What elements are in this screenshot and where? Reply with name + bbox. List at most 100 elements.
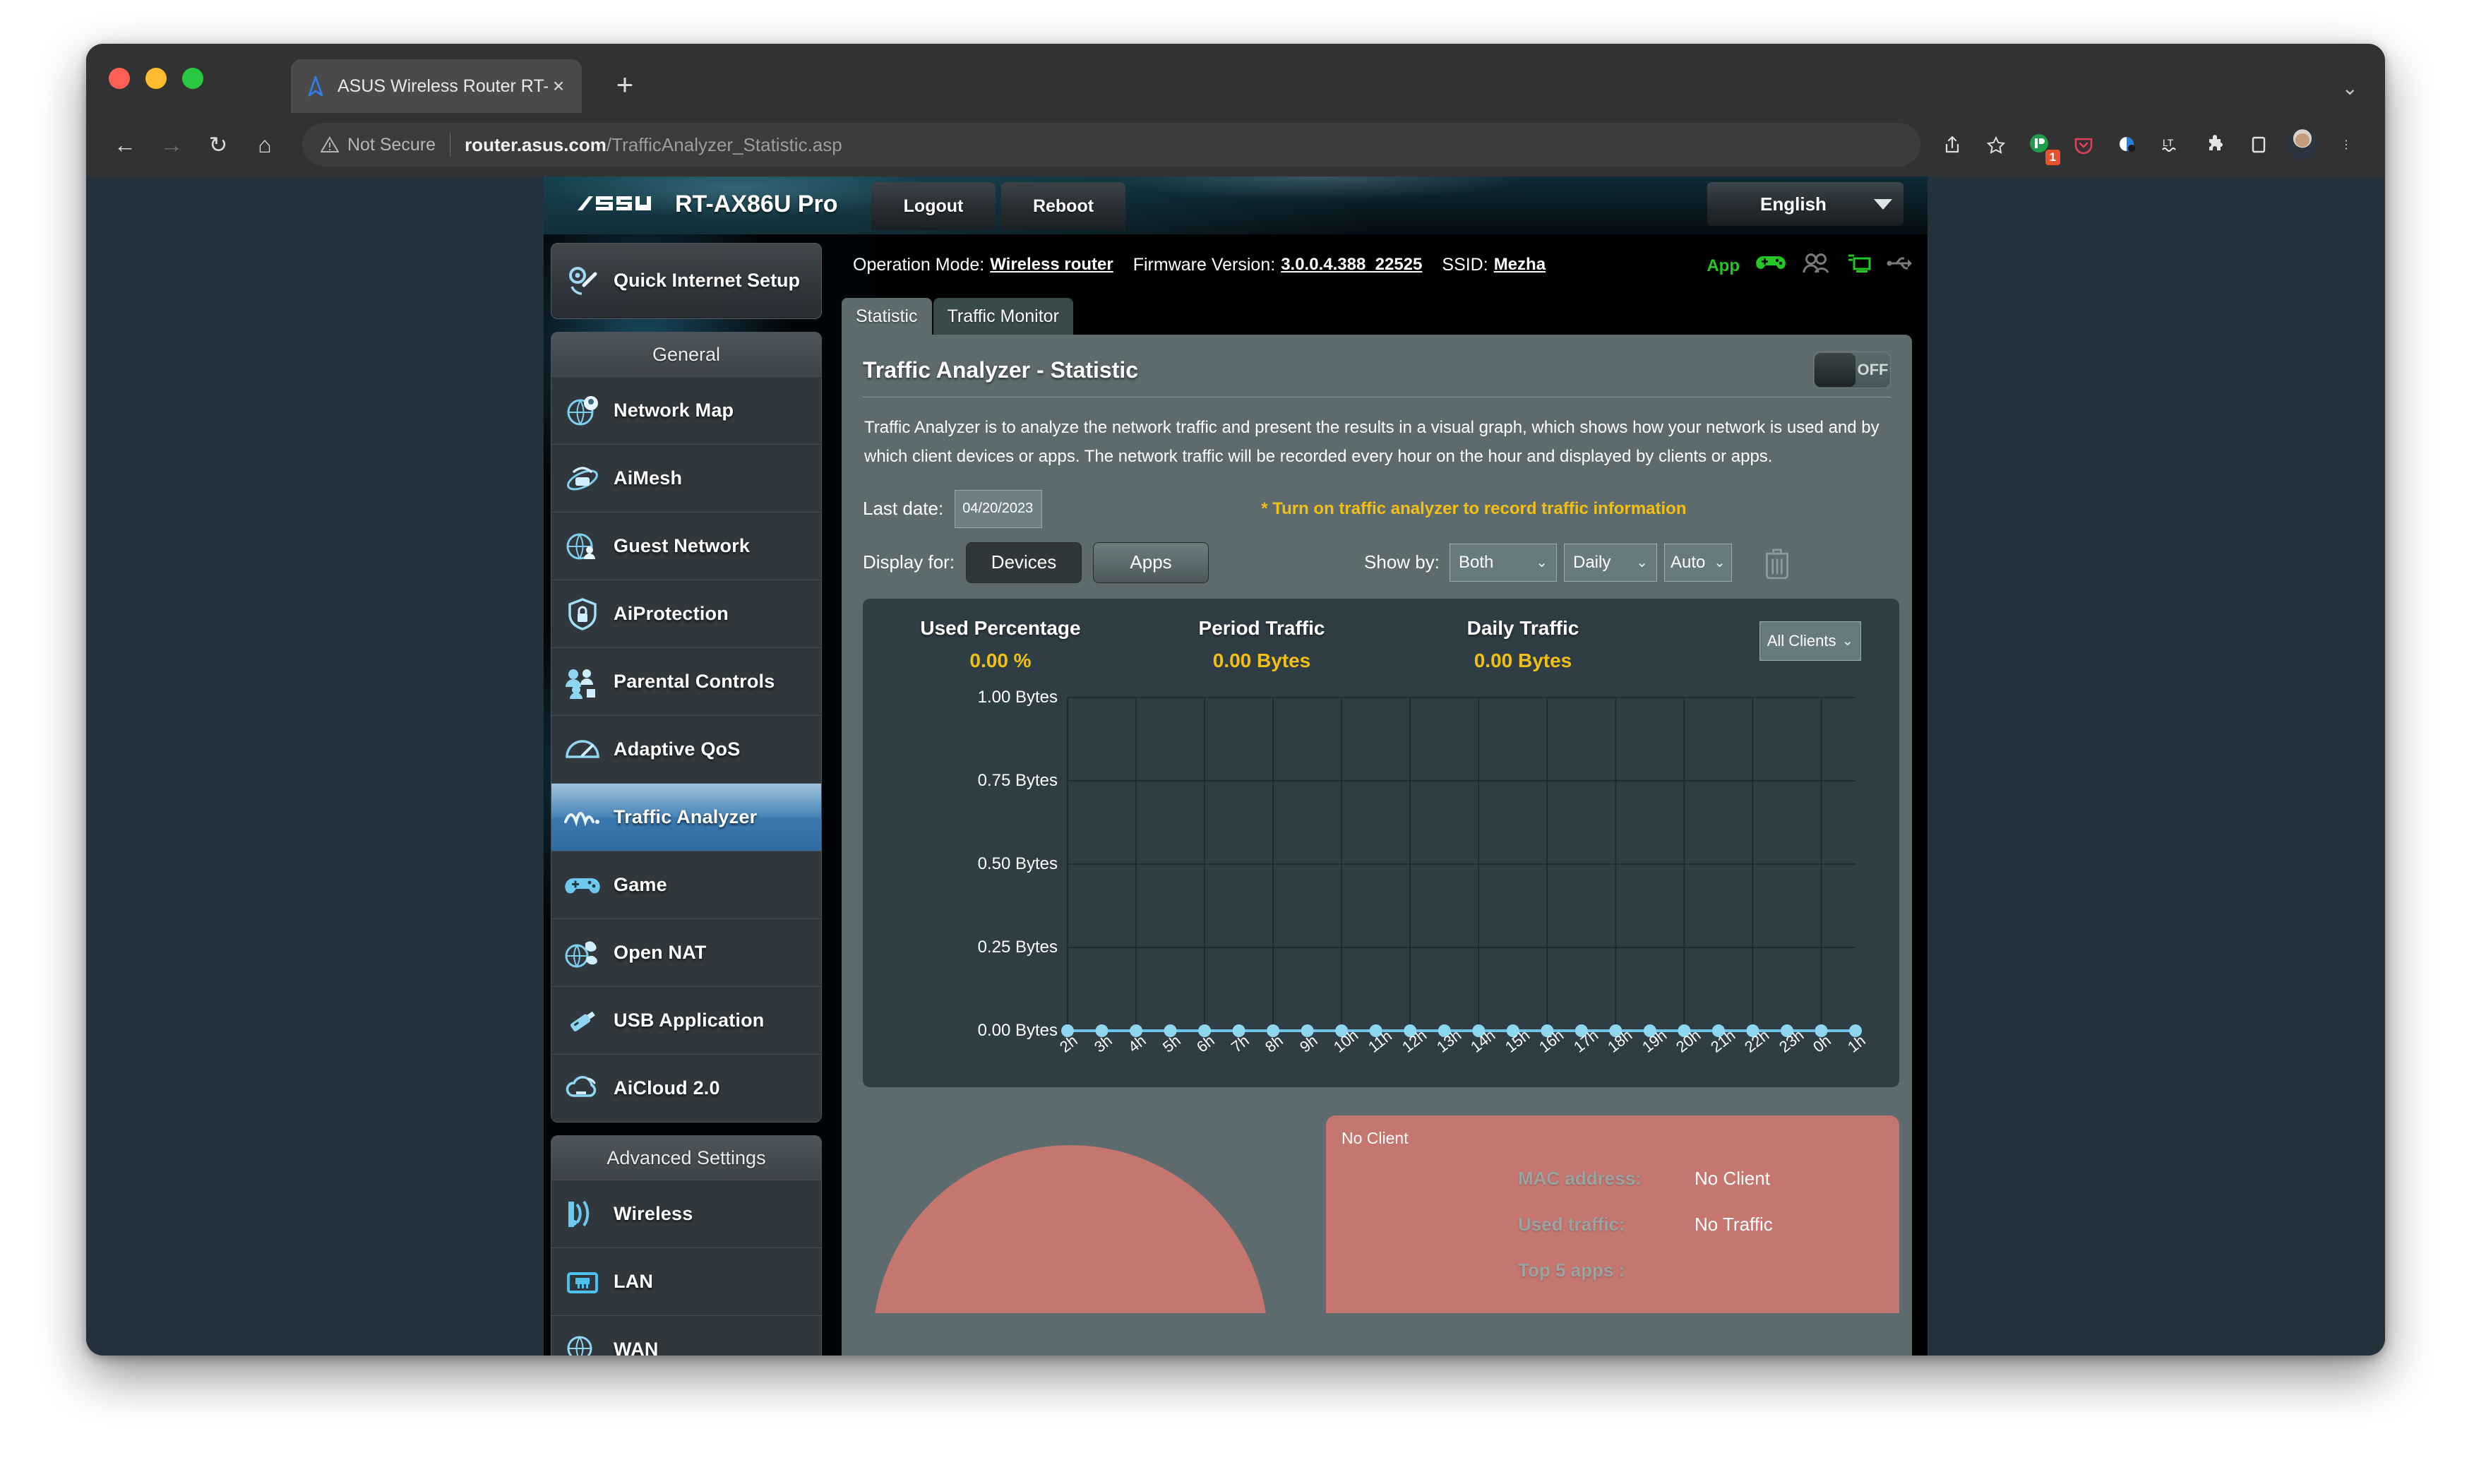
sidebar-item-wireless[interactable]: Wireless (551, 1180, 821, 1247)
traffic-analyzer-icon (563, 798, 602, 837)
unit-select[interactable]: Auto ⌄ (1664, 543, 1732, 582)
window-traffic-lights[interactable] (109, 68, 203, 89)
toggle-state-label: OFF (1857, 361, 1889, 378)
period-select-value: Daily (1573, 552, 1611, 572)
usb-icon[interactable] (1887, 253, 1912, 279)
bookmark-star-icon[interactable] (1977, 126, 2015, 164)
browser-toolbar: ← → ↻ ⌂ Not Secure router.asus.com/Traff… (86, 113, 2385, 176)
gamepad-icon[interactable] (1755, 253, 1786, 279)
traffic-chart: 0.00 Bytes 0.25 Bytes 0.50 Bytes 0.75 Bytes… (863, 678, 1899, 1087)
guest-users-icon[interactable] (1802, 253, 1830, 279)
traffic-analyzer-toggle[interactable]: OFF (1813, 352, 1891, 388)
detail-key: MAC address: (1518, 1167, 1642, 1189)
direction-select[interactable]: Both ⌄ (1450, 543, 1557, 582)
sidebar-item-game[interactable]: Game (551, 851, 821, 918)
stat-title: Daily Traffic (1466, 616, 1579, 639)
unit-select-value: Auto (1671, 552, 1706, 572)
privacy-badger-icon[interactable] (2108, 126, 2146, 164)
language-select[interactable]: English (1707, 182, 1904, 226)
sidebar-item-aicloud[interactable]: AiCloud 2.0 (551, 1054, 821, 1122)
sidebar-item-parental-controls[interactable]: Parental Controls (551, 647, 821, 715)
reboot-button[interactable]: Reboot (1001, 182, 1125, 230)
sidebar-item-quick-internet-setup[interactable]: Quick Internet Setup (551, 243, 822, 319)
sidebar-item-usb-application[interactable]: USB Application (551, 986, 821, 1054)
client-filter-select[interactable]: All Clients ⌄ (1759, 621, 1861, 661)
app-label[interactable]: App (1707, 256, 1740, 276)
pocket-shield-icon[interactable] (2064, 126, 2103, 164)
chevron-down-icon: ⌄ (1636, 555, 1648, 571)
router-model-name: RT-AX86U Pro (675, 191, 838, 217)
share-icon[interactable] (1933, 126, 1971, 164)
extension-green-icon[interactable]: 1 (2021, 126, 2060, 165)
tab-traffic-monitor[interactable]: Traffic Monitor (933, 298, 1073, 335)
sub-tabs: Statistic Traffic Monitor (840, 295, 1928, 335)
sidebar-item-label: USB Application (614, 1010, 765, 1031)
sidebar-item-wan[interactable]: WAN (551, 1315, 821, 1356)
last-date-label: Last date: (863, 498, 944, 520)
sidebar-item-label: Guest Network (614, 535, 751, 556)
quick-setup-wizard-icon (563, 261, 602, 301)
sidebar-item-adaptive-qos[interactable]: Adaptive QoS (551, 715, 821, 783)
sidebar-item-open-nat[interactable]: Open NAT (551, 918, 821, 986)
operation-mode-value[interactable]: Wireless router (990, 255, 1113, 275)
detail-row-used-traffic: Used traffic: No Traffic (1518, 1214, 1885, 1235)
detail-value: No Traffic (1695, 1213, 1773, 1235)
sidebar-item-aiprotection[interactable]: AiProtection (551, 580, 821, 647)
period-select[interactable]: Daily ⌄ (1564, 543, 1657, 582)
reload-button[interactable]: ↻ (199, 126, 237, 164)
firmware-version-label: Firmware Version: (1133, 254, 1276, 275)
close-icon[interactable]: × (548, 76, 569, 96)
language-tool-icon[interactable]: LT (2152, 126, 2190, 164)
detail-row-top-apps: Top 5 apps : (1518, 1259, 1885, 1281)
sidebar-item-label: AiMesh (614, 467, 683, 489)
last-date-input[interactable]: 04/20/2023 (955, 489, 1043, 528)
browser-tab[interactable]: ASUS Wireless Router RT-AX8 × (291, 59, 582, 113)
tab-statistic[interactable]: Statistic (842, 298, 932, 335)
monitor-usb-icon[interactable] (1846, 253, 1871, 279)
sidebar-item-label: Network Map (614, 400, 734, 421)
address-bar[interactable]: Not Secure router.asus.com/TrafficAnalyz… (302, 123, 1920, 167)
sidebar-item-aimesh[interactable]: AiMesh (551, 444, 821, 512)
extension-badge-count: 1 (2045, 149, 2060, 165)
ssid-value[interactable]: Mezha (1494, 255, 1546, 275)
sidebar-item-guest-network[interactable]: Guest Network (551, 512, 821, 580)
sidebar-item-traffic-analyzer[interactable]: Traffic Analyzer (551, 783, 821, 851)
profile-avatar-icon[interactable] (2283, 126, 2321, 164)
firmware-version-value[interactable]: 3.0.0.4.388_22525 (1281, 255, 1422, 275)
wan-icon (563, 1330, 602, 1356)
forward-button[interactable]: → (153, 126, 191, 164)
window-close-button[interactable] (109, 68, 130, 89)
home-button[interactable]: ⌂ (246, 126, 284, 164)
sidebar-item-lan[interactable]: LAN (551, 1247, 821, 1315)
main-panel: Traffic Analyzer - Statistic OFF Traffic… (842, 335, 1912, 1356)
sidebar-item-label: Open NAT (614, 942, 707, 963)
stat-title: Period Traffic (1198, 616, 1325, 639)
window-maximize-button[interactable] (182, 68, 203, 89)
controls-row: Display for: Devices Apps Show by: Both … (863, 541, 1891, 583)
chart-y-tick-label: 0.00 Bytes (977, 1020, 1058, 1040)
back-button[interactable]: ← (106, 126, 144, 164)
client-tab-label[interactable]: No Client (1326, 1115, 1495, 1162)
logout-button[interactable]: Logout (871, 182, 996, 230)
wireless-icon (563, 1195, 602, 1234)
sidebar-item-network-map[interactable]: Network Map (551, 376, 821, 444)
trash-icon[interactable] (1762, 544, 1793, 581)
chart-y-tick-label: 0.50 Bytes (977, 854, 1058, 873)
new-tab-button[interactable]: + (610, 70, 640, 100)
side-panel-icon[interactable] (2240, 126, 2278, 164)
asus-arrow-icon (304, 74, 328, 98)
chrome-menu-icon[interactable]: ⋮ (2327, 126, 2365, 164)
direction-select-value: Both (1459, 552, 1494, 572)
display-apps-button[interactable]: Apps (1093, 541, 1209, 583)
last-date-row: Last date: 04/20/2023 * Turn on traffic … (863, 489, 1891, 528)
browser-tab-title: ASUS Wireless Router RT-AX8 (337, 76, 548, 96)
puzzle-extensions-icon[interactable] (2196, 126, 2234, 164)
sidebar: Quick Internet Setup General Network Map… (551, 243, 822, 1356)
display-devices-button[interactable]: Devices (966, 541, 1082, 583)
lan-icon (563, 1262, 602, 1302)
sidebar-item-label: WAN (614, 1339, 659, 1356)
window-minimize-button[interactable] (145, 68, 167, 89)
client-filter-value: All Clients (1767, 631, 1836, 650)
chevron-down-icon[interactable]: ⌄ (2342, 76, 2358, 100)
router-body: Quick Internet Setup General Network Map… (544, 234, 1928, 1356)
